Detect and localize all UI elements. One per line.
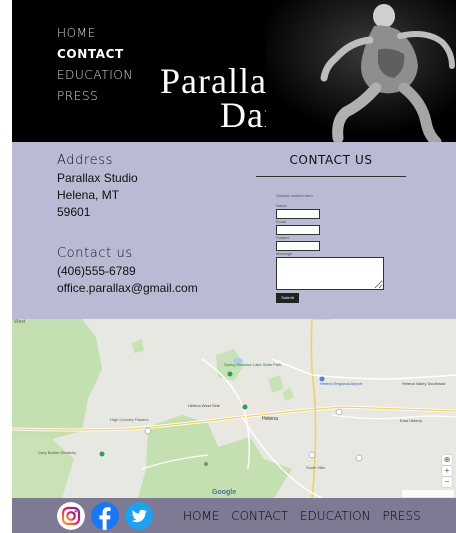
- form-caption: Sample contact form: [276, 193, 313, 198]
- twitter-icon[interactable]: [125, 502, 153, 530]
- map-embed[interactable]: West Spring Meadow Lake State Park Helen…: [12, 319, 456, 498]
- email-field[interactable]: [276, 225, 320, 235]
- address-line-2: Helena, MT: [57, 188, 120, 202]
- map-label-helena-valley: Helena Valley Southeast: [402, 381, 446, 386]
- instagram-icon[interactable]: [57, 502, 85, 530]
- map-label-airport: Helena Regional Airport: [320, 381, 363, 386]
- footer-nav: HOME CONTACT EDUCATION PRESS: [183, 509, 429, 523]
- map-label-west: West: [14, 319, 26, 325]
- footer-nav-press[interactable]: PRESS: [382, 509, 420, 523]
- header: HOME CONTACT EDUCATION PRESS Parallax Da…: [12, 0, 456, 142]
- map-zoom-in-button[interactable]: +: [442, 466, 452, 476]
- map-label-south-hills: South Hills: [306, 465, 325, 470]
- page: HOME CONTACT EDUCATION PRESS Parallax Da…: [12, 0, 456, 533]
- nav-contact[interactable]: CONTACT: [57, 46, 133, 67]
- map-label-helena-west: Helena West Side: [188, 403, 221, 408]
- message-field[interactable]: [276, 257, 384, 290]
- form-divider: [256, 176, 406, 177]
- form-title: CONTACT US: [289, 153, 373, 167]
- name-field[interactable]: [276, 209, 320, 219]
- map-pin[interactable]: [99, 451, 105, 457]
- dancer-photo: [266, 0, 456, 142]
- top-nav: HOME CONTACT EDUCATION PRESS: [57, 25, 133, 109]
- label-subject: Subject: [276, 235, 290, 240]
- address-line-1: Parallax Studio: [57, 171, 138, 185]
- address-heading: Address: [57, 153, 113, 168]
- nav-home[interactable]: HOME: [57, 25, 133, 46]
- footer-nav-home[interactable]: HOME: [183, 509, 219, 523]
- map-attribution: [402, 490, 454, 497]
- contact-heading: Contact us: [57, 246, 133, 261]
- subject-field[interactable]: [276, 241, 320, 251]
- footer-nav-education[interactable]: EDUCATION: [300, 509, 371, 523]
- nav-press[interactable]: PRESS: [57, 88, 133, 109]
- map-recenter-icon[interactable]: ⊕: [442, 455, 452, 465]
- map-label-high-country: High Country Flowers: [110, 417, 148, 422]
- google-logo: Google: [212, 489, 237, 496]
- submit-button[interactable]: Submit: [276, 293, 299, 303]
- map-pin[interactable]: [204, 462, 208, 466]
- map-label-east-helena: East Helena: [400, 418, 423, 423]
- map-zoom-out-button[interactable]: −: [442, 477, 452, 487]
- map-label-spring-meadow: Spring Meadow Lake State Park: [224, 362, 281, 367]
- label-email: Email: [276, 219, 287, 224]
- address-line-3: 59601: [57, 205, 91, 219]
- facebook-icon[interactable]: [91, 502, 119, 530]
- phone-number[interactable]: (406)555-6789: [57, 264, 136, 278]
- footer-nav-contact[interactable]: CONTACT: [231, 509, 288, 523]
- map-canvas[interactable]: West Spring Meadow Lake State Park Helen…: [12, 319, 456, 498]
- nav-education[interactable]: EDUCATION: [57, 67, 133, 88]
- map-pin[interactable]: [242, 404, 248, 410]
- label-name: Name: [276, 203, 287, 208]
- contact-section: Address Parallax Studio Helena, MT 59601…: [12, 142, 456, 319]
- footer: HOME CONTACT EDUCATION PRESS: [12, 498, 456, 533]
- map-pin[interactable]: [227, 371, 233, 377]
- map-label-helena: Helena: [262, 416, 278, 422]
- email-address[interactable]: office.parallax@gmail.com: [57, 281, 198, 295]
- map-label-gary-buhler: Gary Buhler Dentistry: [38, 450, 76, 455]
- label-message: Message: [276, 251, 293, 256]
